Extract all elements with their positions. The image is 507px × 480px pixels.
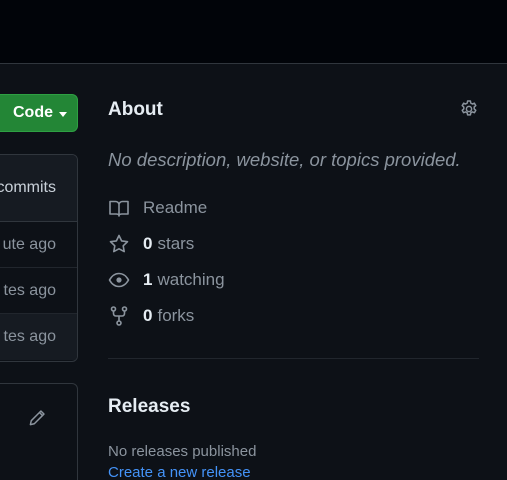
fork-icon: [110, 306, 128, 326]
page: Code commits ute ago tes ago tes ago Abo…: [0, 0, 507, 480]
stars-label: stars: [157, 234, 195, 253]
code-button[interactable]: Code: [0, 94, 78, 132]
gear-icon[interactable]: [459, 99, 479, 119]
watching-label: watching: [157, 270, 225, 289]
readme-link[interactable]: Readme: [108, 197, 207, 219]
file-row-age: tes ago: [3, 281, 56, 299]
readme-box: [0, 383, 78, 480]
file-row[interactable]: tes ago: [0, 268, 77, 314]
star-icon: [109, 234, 129, 253]
about-heading: About: [108, 99, 163, 120]
caret-down-icon: [59, 111, 67, 117]
commits-link[interactable]: commits: [0, 155, 77, 222]
top-header-bar: [0, 0, 507, 64]
file-row-age: tes ago: [3, 328, 56, 345]
forks-count: 0: [143, 306, 153, 325]
forks-label: forks: [157, 306, 195, 325]
file-row[interactable]: tes ago: [0, 314, 77, 360]
stars-count: 0: [143, 234, 153, 253]
no-releases-text: No releases published: [108, 443, 257, 460]
code-button-label: Code: [13, 104, 53, 121]
create-release-link[interactable]: Create a new release: [108, 464, 251, 480]
watching-count: 1: [143, 270, 153, 289]
readme-label: Readme: [143, 198, 208, 217]
releases-heading[interactable]: Releases: [108, 396, 190, 418]
commits-label: commits: [0, 179, 56, 196]
stars-link[interactable]: 0 stars: [108, 233, 194, 255]
file-row[interactable]: ute ago: [0, 222, 77, 268]
sidebar-divider: [108, 358, 479, 359]
pencil-icon[interactable]: [28, 409, 46, 427]
file-list-box: commits ute ago tes ago tes ago: [0, 154, 78, 362]
file-row-age: ute ago: [2, 235, 56, 253]
forks-link[interactable]: 0 forks: [108, 305, 194, 327]
watching-link[interactable]: 1 watching: [108, 269, 225, 291]
about-description: No description, website, or topics provi…: [108, 149, 461, 170]
eye-icon: [108, 272, 130, 288]
book-icon: [109, 200, 129, 217]
